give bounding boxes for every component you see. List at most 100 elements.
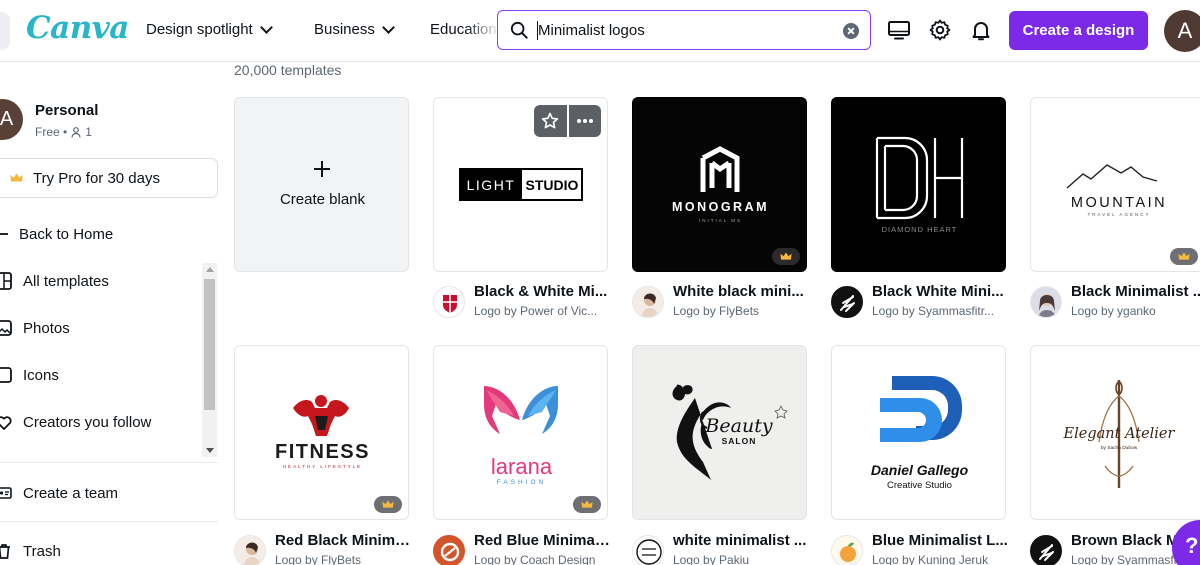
- template-title: Black Minimalist ...: [1071, 283, 1200, 300]
- search-bar[interactable]: [497, 10, 871, 50]
- create-blank-label: Create blank: [279, 191, 366, 208]
- template-card[interactable]: LIGHT STUDIO: [433, 97, 608, 272]
- creator-avatar: [632, 286, 664, 318]
- bell-icon[interactable]: [969, 18, 993, 42]
- template-card[interactable]: DIAMOND HEART: [831, 97, 1006, 272]
- thumb-text: HEALTHY LIFESTYLE: [283, 464, 362, 469]
- favorite-button[interactable]: [534, 105, 567, 137]
- template-meta[interactable]: Black & White Mi... Logo by Power of Vic…: [433, 283, 613, 323]
- gear-icon[interactable]: [928, 18, 952, 42]
- sidebar-item-label: Create a team: [23, 484, 119, 502]
- creator-avatar: [1030, 535, 1062, 565]
- template-card[interactable]: Daniel Gallego Creative Studio: [831, 345, 1006, 520]
- sidebar-divider: [0, 521, 218, 522]
- clear-search-button[interactable]: [843, 23, 859, 39]
- template-meta[interactable]: Red Black Minima... Logo by FlyBets: [234, 532, 414, 565]
- crown-icon: [10, 173, 23, 182]
- template-card[interactable]: Elegant Atelier by Sacha Dubois: [1030, 345, 1200, 520]
- sidebar-item-creators[interactable]: Creators you follow: [0, 404, 194, 440]
- template-card[interactable]: MONOGRAM INITIAL MS: [632, 97, 807, 272]
- template-thumbnail: DIAMOND HEART: [832, 98, 1005, 271]
- template-meta[interactable]: white minimalist ... Logo by Pakiu: [632, 532, 812, 565]
- template-title: Red Black Minima...: [275, 532, 412, 549]
- nav-business[interactable]: Business: [314, 20, 395, 38]
- search-icon: [510, 21, 528, 39]
- create-blank-card[interactable]: Create blank: [234, 97, 409, 272]
- template-card[interactable]: MOUNTAIN TRAVEL AGENCY: [1030, 97, 1200, 272]
- template-author: Logo by yganko: [1071, 304, 1156, 318]
- member-count: 1: [85, 125, 92, 139]
- nav-label: Business: [314, 21, 375, 38]
- template-thumbnail: Elegant Atelier by Sacha Dubois: [1063, 380, 1176, 488]
- template-thumbnail: Beauty SALON: [633, 346, 806, 519]
- chevron-down-icon: [382, 20, 395, 34]
- feather-logo-icon: [832, 287, 862, 317]
- thumb-text: Elegant Atelier: [1063, 426, 1176, 442]
- template-meta[interactable]: Red Blue Minimal... Logo by Coach Design: [433, 532, 613, 565]
- template-thumbnail: FITNESS HEALTHY LIFESTYLE: [275, 395, 368, 469]
- creator-avatar: [234, 535, 266, 565]
- photo-icon: [0, 320, 12, 336]
- more-options-button[interactable]: [568, 105, 601, 137]
- template-card[interactable]: larana FASHION: [433, 345, 608, 520]
- thumb-text: Beauty: [704, 415, 772, 437]
- nav-design-spotlight[interactable]: Design spotlight: [146, 20, 273, 38]
- sidebar-item-all-templates[interactable]: All templates: [0, 263, 194, 299]
- template-meta[interactable]: White black mini... Logo by FlyBets: [632, 283, 812, 323]
- sidebar-scrollbar[interactable]: [202, 263, 217, 457]
- scroll-thumb[interactable]: [204, 279, 215, 410]
- crown-icon: [1178, 252, 1190, 260]
- scroll-up-arrow[interactable]: [206, 267, 214, 272]
- team-icon: [0, 487, 12, 499]
- user-avatar[interactable]: A: [1164, 10, 1200, 52]
- templates-icon: [0, 272, 12, 290]
- template-card[interactable]: FITNESS HEALTHY LIFESTYLE: [234, 345, 409, 520]
- pro-badge: [1170, 248, 1198, 265]
- create-design-button[interactable]: Create a design: [1009, 11, 1148, 50]
- template-author: Logo by FlyBets: [275, 553, 362, 565]
- canva-logo[interactable]: Canva: [26, 10, 129, 46]
- crown-icon: [581, 500, 593, 508]
- thumb-text: STUDIO: [526, 177, 579, 193]
- template-title: Blue Minimalist L...: [872, 532, 1008, 549]
- template-thumbnail: Daniel Gallego Creative Studio: [871, 376, 969, 491]
- card-toolbar: [534, 105, 601, 137]
- creator-avatar: [1030, 286, 1062, 318]
- creator-photo: [235, 536, 265, 565]
- thumb-text: DIAMOND HEART: [882, 225, 958, 234]
- template-title: Red Blue Minimal...: [474, 532, 611, 549]
- template-title: Black White Mini...: [872, 283, 1004, 300]
- template-title: white minimalist ...: [673, 532, 807, 549]
- sidebar-item-trash[interactable]: Trash: [0, 533, 194, 565]
- thumb-text: TRAVEL AGENCY: [1087, 212, 1150, 217]
- thumb-text: INITIAL MS: [699, 218, 742, 223]
- sidebar-item-label: Photos: [23, 319, 70, 337]
- sidebar-item-back-home[interactable]: Back to Home: [0, 216, 194, 252]
- thumb-text: Daniel Gallego: [871, 462, 969, 478]
- template-meta[interactable]: Black Minimalist ... Logo by yganko: [1030, 283, 1200, 323]
- desktop-app-icon[interactable]: [887, 18, 911, 42]
- creator-avatar: [433, 535, 465, 565]
- sidebar-item-photos[interactable]: Photos: [0, 310, 194, 346]
- account-avatar[interactable]: A: [0, 99, 23, 140]
- creator-avatar: [433, 286, 465, 318]
- account-name[interactable]: Personal: [35, 102, 98, 119]
- thumb-text: Creative Studio: [887, 480, 952, 491]
- sidebar-divider: [0, 462, 218, 463]
- coach-logo-icon: [434, 536, 464, 565]
- template-author: Logo by Pakiu: [673, 553, 750, 565]
- template-meta[interactable]: Black White Mini... Logo by Syammasfitr.…: [831, 283, 1011, 323]
- template-card[interactable]: Beauty SALON: [632, 345, 807, 520]
- creator-avatar: [831, 535, 863, 565]
- template-thumbnail: MONOGRAM INITIAL MS: [633, 98, 806, 271]
- sidebar-item-create-team[interactable]: Create a team: [0, 475, 194, 511]
- help-button[interactable]: ?: [1172, 520, 1200, 565]
- scroll-down-arrow[interactable]: [206, 448, 214, 453]
- sidebar-item-icons[interactable]: Icons: [0, 357, 194, 393]
- shapes-icon: [0, 367, 12, 383]
- template-meta[interactable]: Blue Minimalist L... Logo by Kuning Jeru…: [831, 532, 1011, 565]
- thumb-text: MOUNTAIN: [1071, 195, 1167, 211]
- menu-toggle-button[interactable]: [0, 12, 10, 50]
- try-pro-button[interactable]: Try Pro for 30 days: [0, 158, 218, 198]
- search-input[interactable]: [538, 19, 828, 41]
